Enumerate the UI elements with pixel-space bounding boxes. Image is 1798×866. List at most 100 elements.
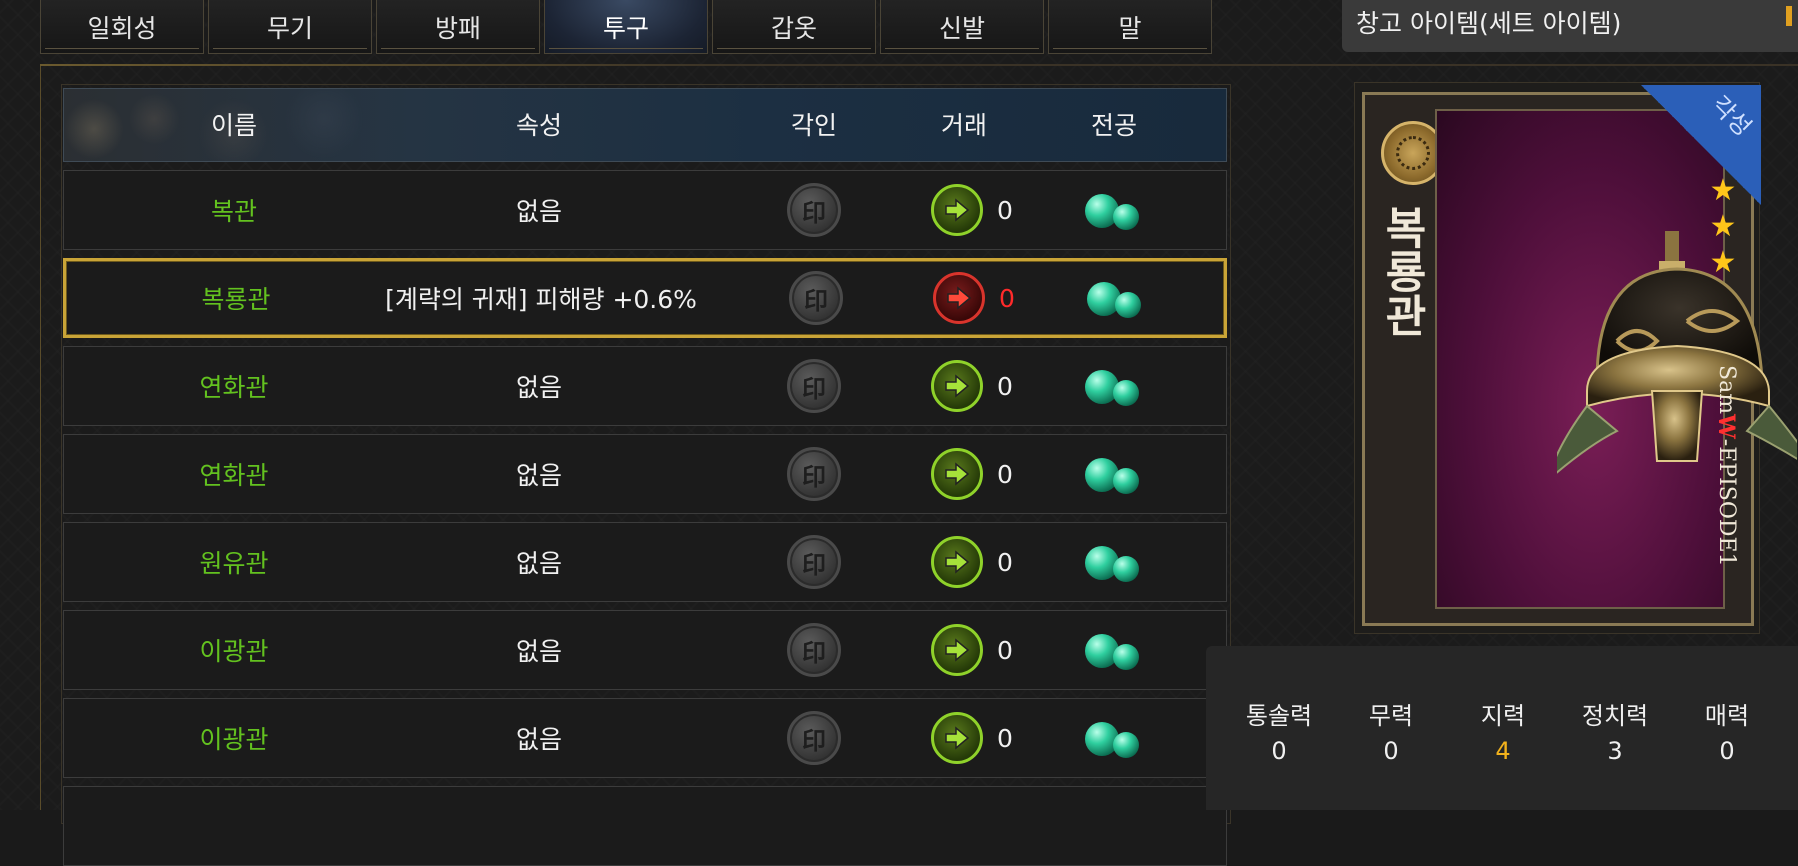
- stat-value: 0: [1336, 737, 1446, 765]
- col-header-engrave: 각인: [754, 89, 874, 162]
- table-row[interactable]: 복룡관[계략의 귀재] 피해량 +0.6%印0: [63, 258, 1227, 338]
- stat-0: 통솔력 0: [1224, 696, 1334, 765]
- stat-value: 0: [1224, 737, 1334, 765]
- stat-label: 무력: [1336, 696, 1446, 731]
- stat-value: 0: [1672, 737, 1782, 765]
- brand-suffix: -EPISODE1: [1714, 439, 1739, 567]
- merit-gem-icon[interactable]: [1085, 718, 1143, 758]
- awakening-ribbon: 각성: [1641, 85, 1761, 205]
- engrave-seal-icon[interactable]: 印: [787, 183, 841, 237]
- helmet-icon: [1557, 231, 1797, 531]
- item-name: 연화관: [154, 435, 314, 513]
- merit-cell: [1054, 435, 1174, 513]
- star-icon: ★: [1710, 211, 1737, 243]
- item-table-panel: 이름 속성 각인 거래 전공 복관없음印0복룡관[계략의 귀재] 피해량 +0.…: [40, 66, 1190, 810]
- trade-arrow-icon[interactable]: [931, 360, 983, 412]
- merit-gem-icon[interactable]: [1085, 190, 1143, 230]
- trade-arrow-icon[interactable]: [933, 272, 985, 324]
- merit-cell: [1054, 347, 1174, 425]
- table-row[interactable]: 이광관없음印0: [63, 698, 1227, 778]
- tab-3[interactable]: 투구: [544, 0, 708, 54]
- merit-cell: [1054, 611, 1174, 689]
- stat-value: 4: [1448, 737, 1558, 765]
- trade-count: 0: [997, 460, 1017, 489]
- table-row[interactable]: 연화관 없음 印 0: [63, 434, 1227, 514]
- tab-5[interactable]: 신발: [880, 0, 1044, 54]
- tab-6[interactable]: 말: [1048, 0, 1212, 54]
- item-attribute: 없음: [364, 171, 714, 249]
- item-card: 복룡관 ★★★ 각성: [1362, 92, 1754, 626]
- engrave-seal-icon[interactable]: 印: [787, 711, 841, 765]
- merit-gem-icon[interactable]: [1085, 542, 1143, 582]
- engrave-seal-icon[interactable]: 印: [787, 535, 841, 589]
- engrave-cell: 印: [754, 699, 874, 777]
- engrave-seal-icon[interactable]: 印: [789, 271, 843, 325]
- category-tabs: 일회성무기방패투구갑옷신발말: [40, 0, 1216, 56]
- merit-cell: [1054, 523, 1174, 601]
- table-row[interactable]: 원유관 없음 印0: [63, 522, 1227, 602]
- engrave-cell: 印: [756, 261, 876, 335]
- stat-label: 매력: [1672, 696, 1782, 731]
- merit-cell: [1054, 171, 1174, 249]
- item-attribute: 없음: [364, 347, 714, 425]
- stat-4: 매력 0: [1672, 696, 1782, 765]
- trade-count: 0: [997, 724, 1017, 753]
- trade-cell: 0: [884, 611, 1064, 689]
- stat-label: 지력: [1448, 696, 1558, 731]
- trade-cell: 0: [884, 171, 1064, 249]
- item-name: 원유관: [154, 523, 314, 601]
- brand-highlight: W: [1713, 414, 1739, 439]
- card-item-name: 복룡관: [1387, 205, 1427, 337]
- merit-gem-icon[interactable]: [1085, 366, 1143, 406]
- col-header-name: 이름: [154, 89, 314, 162]
- stat-5: 단: [1784, 696, 1798, 737]
- trade-arrow-icon[interactable]: [931, 184, 983, 236]
- item-name: 이광관: [154, 611, 314, 689]
- brand-label: SamW-EPISODE1: [1713, 365, 1739, 567]
- engrave-seal-icon[interactable]: 印: [787, 447, 841, 501]
- table-row-partial[interactable]: [63, 786, 1227, 866]
- merit-gem-icon[interactable]: [1087, 278, 1145, 318]
- ribbon-label: 각성: [1705, 87, 1761, 143]
- engrave-cell: 印: [754, 523, 874, 601]
- trade-count: 0: [997, 196, 1017, 225]
- table-row[interactable]: 이광관 없음 印 0: [63, 610, 1227, 690]
- tab-0[interactable]: 일회성: [40, 0, 204, 54]
- engrave-cell: 印: [754, 435, 874, 513]
- col-header-trade: 거래: [904, 89, 1024, 162]
- stat-value: 3: [1560, 737, 1670, 765]
- engrave-seal-icon[interactable]: 印: [787, 359, 841, 413]
- table-row[interactable]: 복관없음印0: [63, 170, 1227, 250]
- item-attribute: 없음: [364, 523, 714, 601]
- trade-cell: 0: [884, 523, 1064, 601]
- item-attribute: 없음: [364, 435, 714, 513]
- trade-cell: 0: [884, 347, 1064, 425]
- star-icon: ★: [1710, 247, 1737, 279]
- engrave-seal-icon[interactable]: 印: [787, 623, 841, 677]
- engrave-cell: 印: [754, 347, 874, 425]
- stat-3: 정치력 3: [1560, 696, 1670, 765]
- table-header: 이름 속성 각인 거래 전공: [63, 88, 1227, 162]
- stat-label: 단: [1784, 696, 1798, 731]
- merit-gem-icon[interactable]: [1085, 630, 1143, 670]
- trade-arrow-icon[interactable]: [931, 624, 983, 676]
- tab-1[interactable]: 무기: [208, 0, 372, 54]
- item-attribute: 없음: [364, 699, 714, 777]
- tab-4[interactable]: 갑옷: [712, 0, 876, 54]
- trade-cell: 0: [884, 435, 1064, 513]
- trade-arrow-icon[interactable]: [931, 448, 983, 500]
- tab-2[interactable]: 방패: [376, 0, 540, 54]
- stat-2: 지력 4: [1448, 696, 1558, 765]
- storage-panel-header: 창고 아이템(세트 아이템): [1342, 0, 1798, 52]
- trade-arrow-icon[interactable]: [931, 536, 983, 588]
- storage-accent: [1786, 6, 1792, 26]
- item-attribute: 없음: [364, 611, 714, 689]
- stat-label: 통솔력: [1224, 696, 1334, 731]
- trade-arrow-icon[interactable]: [931, 712, 983, 764]
- trade-count: 0: [997, 636, 1017, 665]
- brand-prefix: Sam: [1714, 365, 1739, 414]
- table-row[interactable]: 연화관없음印0: [63, 346, 1227, 426]
- merit-gem-icon[interactable]: [1085, 454, 1143, 494]
- trade-cell: 0: [884, 699, 1064, 777]
- stat-label: 정치력: [1560, 696, 1670, 731]
